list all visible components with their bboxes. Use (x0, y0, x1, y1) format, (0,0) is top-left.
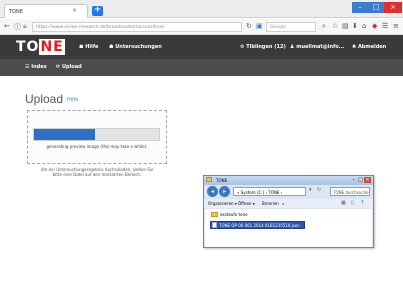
subnav-index-label: Index (31, 64, 47, 70)
explorer-maximize-button[interactable]: □ (357, 177, 364, 183)
explorer-address-bar[interactable]: « System (C:) › TONE › (233, 187, 306, 196)
upload-hint-line-2: bitte eine Datei auf den markierten Bere… (52, 172, 142, 177)
lock-icon: 🔒︎ (23, 22, 27, 30)
tab-title: TONE (9, 9, 23, 15)
toolbar-more[interactable]: » (282, 201, 284, 206)
nav-tiblingen[interactable]: ⚙ Tiblingen (12) (240, 44, 286, 50)
explorer-refresh-icon[interactable]: ↻ (317, 187, 321, 193)
explorer-close-button[interactable]: × (364, 177, 371, 183)
url-input[interactable]: https://www.vision-research.de/broadmast… (32, 22, 242, 32)
back-icon[interactable]: ← (4, 22, 10, 30)
nav-tiblingen-label: Tiblingen (12) (246, 44, 286, 50)
close-window-button[interactable]: × (384, 2, 402, 13)
progress-status-text: generating preview image (this may take … (46, 144, 148, 149)
tone-logo[interactable]: TONE (16, 39, 65, 55)
explorer-title: TONE (204, 176, 373, 185)
maximize-button[interactable]: □ (368, 2, 384, 13)
subnav-index[interactable]: ☰ Index (25, 64, 47, 70)
download-icon[interactable]: ⬇ (352, 22, 358, 30)
folder-item-label[interactable]: exsteufe tone (220, 212, 248, 217)
nav-hilfe[interactable]: ☗ Hilfe (79, 44, 98, 50)
file-icon (212, 222, 217, 228)
search-input[interactable]: Google (266, 22, 316, 32)
nav-user-label: muellmat@info... (296, 44, 345, 50)
new-tab-button[interactable]: + (92, 6, 103, 16)
explorer-dropdown-icon[interactable]: ▾ (309, 187, 312, 193)
explorer-search-input[interactable]: TONE durchsuchen (330, 187, 370, 196)
menu-icon[interactable]: ≡ (393, 22, 399, 30)
explorer-back-icon[interactable]: ◂ (207, 186, 218, 197)
search-icon[interactable]: ⌕ (322, 22, 326, 31)
help-icon[interactable]: ? (361, 200, 364, 206)
help-link[interactable]: Hilfe (67, 97, 78, 103)
nav-user[interactable]: ♟ muellmat@info... (290, 44, 344, 50)
search-engine-icon[interactable]: ▣ (256, 22, 263, 30)
view-icon[interactable]: ▦ (341, 200, 346, 206)
info-icon[interactable]: ⓘ (14, 22, 21, 32)
subnav-upload-label: Upload (61, 64, 82, 70)
upload-hint: Um ein Untersuchungsergebnis hochzuladen… (27, 167, 167, 177)
toolbar-brennen[interactable]: Brennen (262, 201, 279, 206)
bookmarks-icon[interactable]: ▤ (342, 22, 349, 30)
nav-abmelden-label: Abmelden (357, 44, 387, 50)
logo-text: TO (16, 39, 40, 55)
preview-pane-icon[interactable]: ▯ (351, 200, 354, 206)
selected-file-label: TONE OP 00 061 2014 0161235510.json (219, 223, 300, 228)
toolbar-oeffnen[interactable]: Öffnen ▾ (238, 201, 255, 206)
reload-icon[interactable]: ↻ (246, 22, 252, 30)
explorer-forward-icon[interactable]: ▸ (219, 186, 230, 197)
logo-highlight: NE (39, 39, 65, 55)
tab-close-icon[interactable]: × (72, 7, 77, 14)
explorer-minimize-button[interactable]: – (350, 177, 357, 183)
nav-untersuchungen-label: Untersuchungen (115, 44, 162, 50)
toolbar-organisieren[interactable]: Organisieren ▾ (208, 201, 237, 206)
pocket-icon[interactable]: ◆ (372, 22, 377, 30)
nav-untersuchungen[interactable]: ☗ Untersuchungen (109, 44, 162, 50)
nav-hilfe-label: Hilfe (85, 44, 99, 50)
progress-bar-fill (34, 129, 95, 140)
folder-icon (211, 212, 218, 217)
folder-icon (206, 177, 212, 182)
home-icon[interactable]: ⌂ (362, 22, 366, 30)
screen: TONE × + – □ × ← ⓘ 🔒︎ https://www.vision… (0, 0, 403, 307)
page-title: Upload (25, 92, 64, 106)
bookmark-star-icon[interactable]: ☆ (332, 22, 338, 30)
extension-icon[interactable]: ☰ (382, 22, 388, 30)
nav-abmelden[interactable]: ✖ Abmelden (352, 44, 386, 50)
minimize-button[interactable]: – (352, 2, 368, 13)
subnav-upload[interactable]: ⟳ Upload (56, 64, 82, 70)
